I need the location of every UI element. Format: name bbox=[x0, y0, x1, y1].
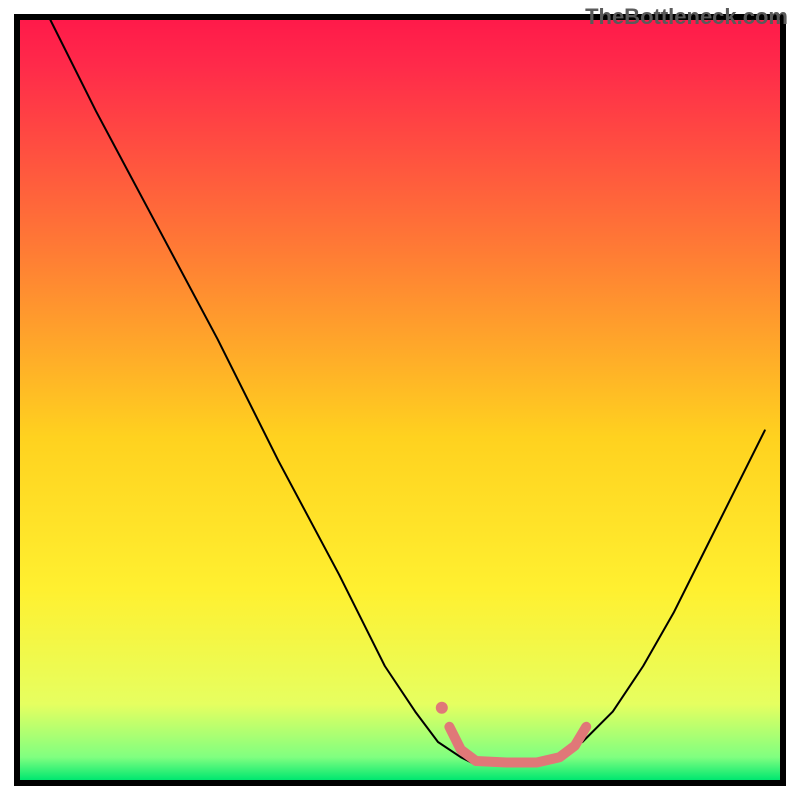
chart-svg bbox=[0, 0, 800, 800]
bottleneck-chart bbox=[0, 0, 800, 800]
watermark-text: TheBottleneck.com bbox=[585, 4, 788, 30]
